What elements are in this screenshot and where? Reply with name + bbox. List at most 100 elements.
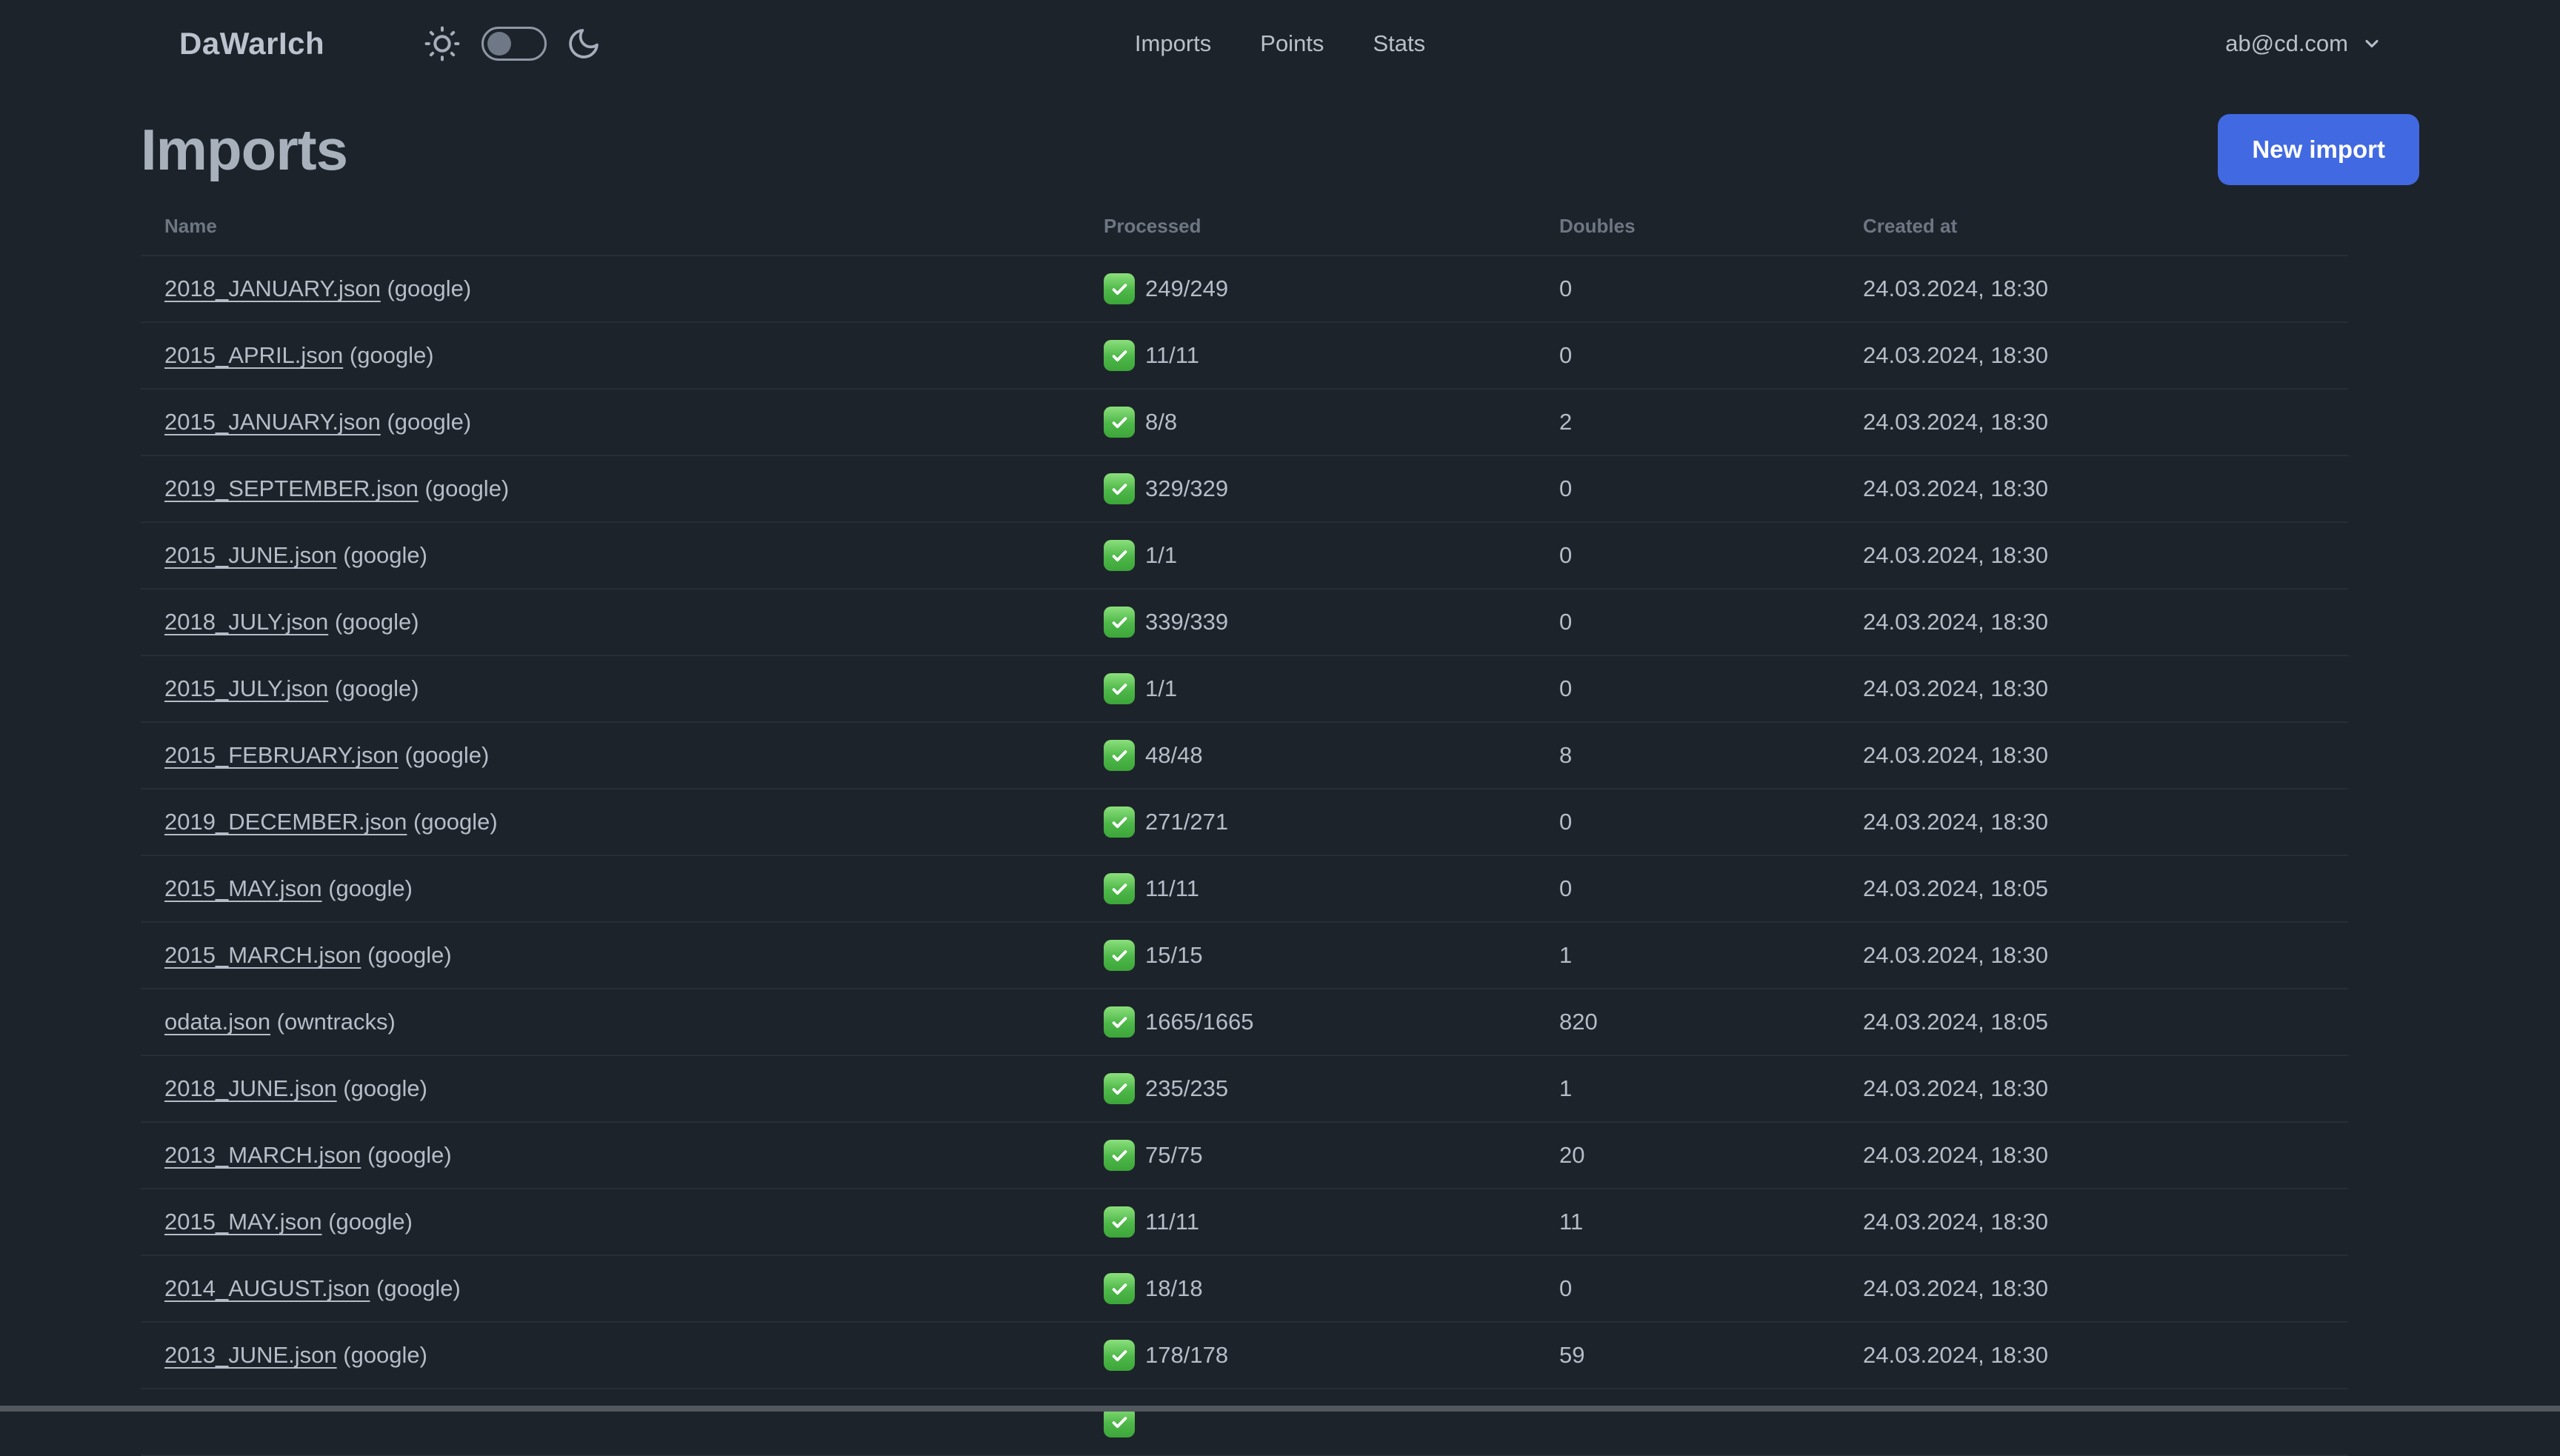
cell-created-at: 24.03.2024, 18:30 xyxy=(1839,1055,2348,1123)
processed-count: 271/271 xyxy=(1145,809,1229,835)
file-source: (google) xyxy=(361,1142,452,1168)
file-link[interactable]: 2015_FEBRUARY.json xyxy=(164,742,399,768)
check-mark-icon xyxy=(1104,873,1135,904)
file-link[interactable]: 2018_JANUARY.json xyxy=(164,275,381,301)
file-link[interactable]: 2015_MAY.json xyxy=(164,1209,322,1235)
table-row: 2013_JUNE.json (google) 178/178 59 24.03.20… xyxy=(141,1322,2348,1389)
table-row: 2015_FEBRUARY.json (google) 48/48 8 24.03.2… xyxy=(141,722,2348,789)
check-mark-icon xyxy=(1104,473,1135,504)
file-source: (google) xyxy=(321,1209,413,1235)
file-link[interactable]: 2015_JANUARY.json xyxy=(164,409,381,435)
file-source: (google) xyxy=(398,742,490,768)
check-mark-icon xyxy=(1104,1273,1135,1304)
cell-doubles: 1 xyxy=(1536,1055,1839,1123)
column-header: Created at xyxy=(1839,201,2348,256)
moon-icon xyxy=(566,26,601,61)
file-link[interactable]: 2019_SEPTEMBER.json xyxy=(164,475,419,501)
theme-switch[interactable] xyxy=(481,27,547,61)
cell-doubles: 0 xyxy=(1536,855,1839,923)
cell-doubles: 0 xyxy=(1536,455,1839,523)
cell-doubles: 2 xyxy=(1536,389,1839,456)
processed-count: 1/1 xyxy=(1145,675,1178,701)
table-header-row: Name Processed Doubles Created at xyxy=(141,201,2348,256)
file-source: (google) xyxy=(336,1075,427,1101)
cell-name: 2019_SEPTEMBER.json (google) xyxy=(141,455,1080,523)
cell-processed: 235/235 xyxy=(1080,1055,1536,1123)
table-row-partial xyxy=(141,1389,2348,1456)
nav-link-imports[interactable]: Imports xyxy=(1135,30,1211,57)
file-link[interactable]: 2014_AUGUST.json xyxy=(164,1275,370,1301)
imports-table-container: Name Processed Doubles Created at 2018_JANU… xyxy=(141,201,2348,1456)
processed-count: 15/15 xyxy=(1145,942,1203,968)
cell-created-at: 24.03.2024, 18:30 xyxy=(1839,1122,2348,1189)
processed-count: 11/11 xyxy=(1145,342,1199,368)
cell-processed: 178/178 xyxy=(1080,1322,1536,1389)
table-row: 2015_JULY.json (google) 1/1 0 24.03.2024, 1… xyxy=(141,655,2348,723)
cell-created-at: 24.03.2024, 18:30 xyxy=(1839,256,2348,323)
file-link[interactable]: 2015_MARCH.json xyxy=(164,942,361,968)
app-logo[interactable]: DaWarIch xyxy=(179,26,324,61)
table-row: 2015_MAY.json (google) 11/11 0 24.03.2024, … xyxy=(141,855,2348,923)
processed-count: 48/48 xyxy=(1145,742,1203,768)
file-link[interactable]: 2018_JUNE.json xyxy=(164,1075,337,1101)
check-mark-icon xyxy=(1104,340,1135,371)
file-link[interactable]: 2013_JUNE.json xyxy=(164,1342,337,1368)
chevron-down-icon xyxy=(2361,33,2382,54)
cell-name: 2018_JUNE.json (google) xyxy=(141,1055,1080,1123)
cell-doubles: 59 xyxy=(1536,1322,1839,1389)
cell-created-at: 24.03.2024, 18:05 xyxy=(1839,855,2348,923)
check-mark-icon xyxy=(1104,273,1135,304)
cell-created-at xyxy=(1839,1389,2348,1456)
file-source: (google) xyxy=(361,942,452,968)
file-link[interactable]: 2019_DECEMBER.json xyxy=(164,809,407,835)
sun-icon xyxy=(422,24,462,64)
cell-doubles: 0 xyxy=(1536,589,1839,656)
page-title: Imports xyxy=(141,117,348,182)
cell-processed: 1665/1665 xyxy=(1080,989,1536,1056)
check-mark-icon xyxy=(1104,1206,1135,1238)
cell-doubles: 0 xyxy=(1536,522,1839,590)
processed-count: 249/249 xyxy=(1145,275,1229,301)
cell-name: 2013_MARCH.json (google) xyxy=(141,1122,1080,1189)
processed-count: 235/235 xyxy=(1145,1075,1229,1101)
cell-name: 2019_DECEMBER.json (google) xyxy=(141,789,1080,856)
table-row: 2018_JUNE.json (google) 235/235 1 24.03.202… xyxy=(141,1055,2348,1123)
new-import-button[interactable]: New import xyxy=(2218,114,2419,185)
file-link[interactable]: 2015_JULY.json xyxy=(164,675,328,701)
file-link[interactable]: 2018_JULY.json xyxy=(164,609,328,635)
cell-doubles: 11 xyxy=(1536,1189,1839,1256)
file-link[interactable]: 2015_MAY.json xyxy=(164,875,322,901)
processed-count: 11/11 xyxy=(1145,875,1199,901)
cell-doubles: 0 xyxy=(1536,655,1839,723)
processed-count: 8/8 xyxy=(1145,409,1178,435)
cell-name: 2018_JULY.json (google) xyxy=(141,589,1080,656)
nav-link-points[interactable]: Points xyxy=(1260,30,1324,57)
file-link[interactable]: 2013_MARCH.json xyxy=(164,1142,361,1168)
cell-doubles: 1 xyxy=(1536,922,1839,989)
cell-created-at: 24.03.2024, 18:05 xyxy=(1839,989,2348,1056)
check-mark-icon xyxy=(1104,1073,1135,1104)
check-mark-icon xyxy=(1104,1140,1135,1171)
file-link[interactable]: 2015_JUNE.json xyxy=(164,542,337,568)
cell-doubles: 0 xyxy=(1536,789,1839,856)
table-row: 2019_DECEMBER.json (google) 271/271 0 24.03… xyxy=(141,789,2348,856)
nav-link-stats[interactable]: Stats xyxy=(1373,30,1425,57)
file-link[interactable]: 2015_APRIL.json xyxy=(164,342,343,368)
cell-created-at: 24.03.2024, 18:30 xyxy=(1839,1189,2348,1256)
table-row: 2018_JULY.json (google) 339/339 0 24.03.202… xyxy=(141,589,2348,656)
cell-doubles xyxy=(1536,1389,1839,1456)
cell-processed: 48/48 xyxy=(1080,722,1536,789)
cell-processed: 11/11 xyxy=(1080,855,1536,923)
cell-name: 2015_JULY.json (google) xyxy=(141,655,1080,723)
cell-name: 2015_MAY.json (google) xyxy=(141,855,1080,923)
cell-doubles: 20 xyxy=(1536,1122,1839,1189)
user-menu[interactable]: ab@cd.com xyxy=(2225,30,2382,57)
file-source: (google) xyxy=(418,475,510,501)
cell-name: odata.json (owntracks) xyxy=(141,989,1080,1056)
cell-processed: 271/271 xyxy=(1080,789,1536,856)
cell-created-at: 24.03.2024, 18:30 xyxy=(1839,922,2348,989)
check-mark-icon xyxy=(1104,940,1135,971)
file-source: (google) xyxy=(407,809,498,835)
file-link[interactable]: odata.json xyxy=(164,1009,270,1035)
cell-processed xyxy=(1080,1389,1536,1456)
